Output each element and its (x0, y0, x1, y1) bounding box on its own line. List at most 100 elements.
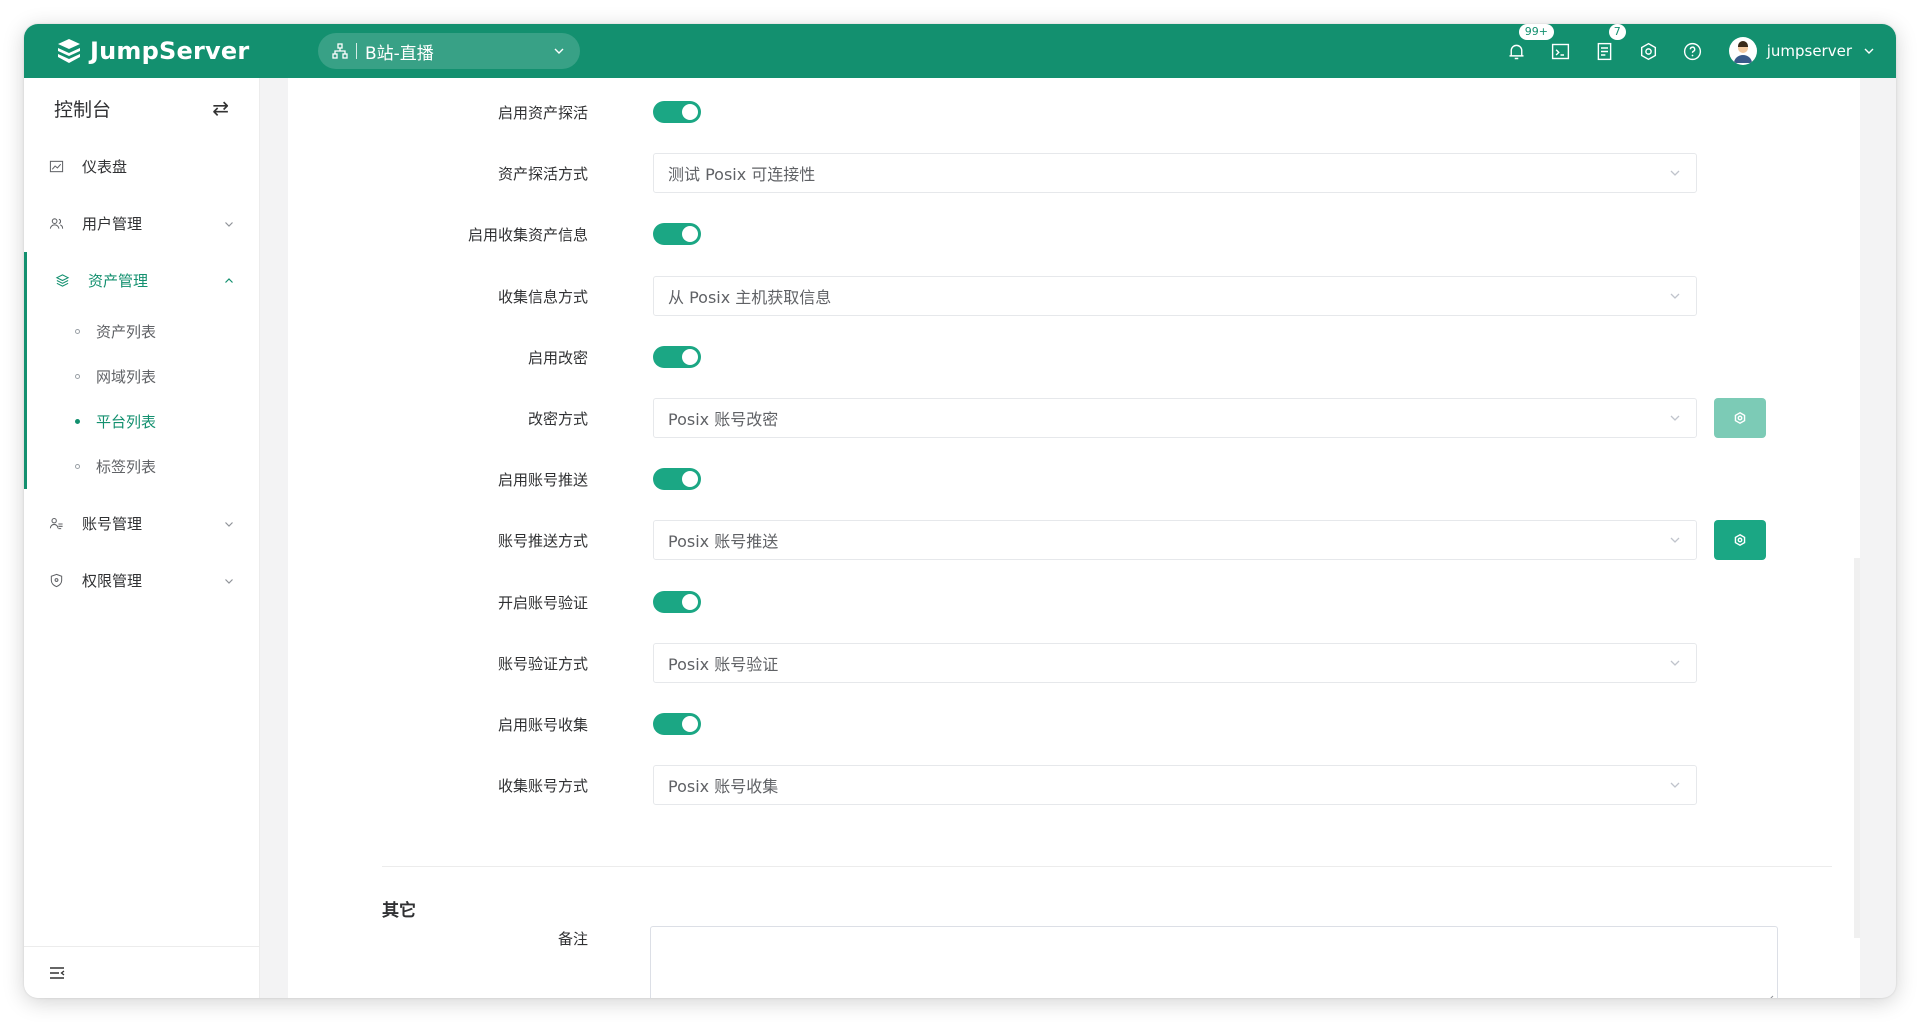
sidebar-item-platform-list[interactable]: 平台列表 (27, 399, 259, 444)
avatar (1728, 37, 1757, 65)
toggle-switch[interactable] (653, 346, 701, 368)
change-secret-params-button[interactable] (1714, 398, 1766, 438)
method-select[interactable]: Posix 账号收集 (653, 765, 1697, 805)
gear-icon (1734, 411, 1746, 425)
sidebar-item-label: 平台列表 (96, 413, 157, 431)
form-row: 启用账号推送 (288, 459, 1860, 499)
console-title: 控制台 (54, 98, 112, 121)
resize-grip-icon[interactable] (1764, 994, 1774, 998)
chevron-down-icon (1670, 415, 1680, 421)
toggle-switch[interactable] (653, 223, 701, 245)
sidebar-item-label: 网域列表 (96, 368, 157, 386)
user-avatar-icon (1733, 41, 1752, 63)
form-row: 启用收集资产信息 (288, 214, 1860, 254)
sidebar-item-label-list[interactable]: 标签列表 (27, 444, 259, 489)
method-select[interactable]: Posix 账号验证 (653, 643, 1697, 683)
gear-icon (1641, 42, 1657, 60)
toggle-switch[interactable] (653, 591, 701, 613)
form-row: 改密方式 Posix 账号改密 (288, 398, 1860, 438)
chevron-down-icon (1670, 537, 1680, 543)
push-account-params-button[interactable] (1714, 520, 1766, 560)
sidebar-item-permission-management[interactable]: 权限管理 (24, 552, 259, 609)
help-button[interactable] (1671, 24, 1715, 78)
jumpserver-logo-icon (58, 39, 80, 63)
form-row: 账号验证方式 Posix 账号验证 (288, 643, 1860, 683)
chevron-down-icon (225, 221, 233, 227)
bullet-icon (75, 329, 80, 334)
form-row: 开启账号验证 (288, 582, 1860, 622)
user-menu[interactable]: jumpserver (1728, 37, 1876, 65)
shield-icon (50, 573, 62, 588)
sidebar-item-label: 用户管理 (82, 215, 143, 233)
platform-form-card: 其它 备注 启用资产探活 资产探活方式 测试 Posix 可连接性 启用收集资产信息收… (288, 78, 1860, 998)
web-terminal-button[interactable] (1539, 24, 1583, 78)
document-list-icon (1597, 42, 1612, 60)
select-value: 从 Posix 主机获取信息 (668, 288, 832, 307)
form-row: 启用资产探活 (288, 92, 1860, 132)
form-label: 启用资产探活 (497, 103, 588, 122)
organization-selector[interactable]: B站-直播 (318, 33, 580, 69)
asset-submenu: 资产列表 网域列表 平台列表 标签列表 (24, 309, 259, 489)
chevron-down-icon (1670, 170, 1680, 176)
method-select[interactable]: Posix 账号推送 (653, 520, 1697, 560)
form-label: 启用改密 (527, 348, 588, 367)
app-window: JumpServer B站-直播 99+ 7 jumpserver 控制台 ⇄ … (24, 24, 1896, 998)
section-title-other: 其它 (382, 901, 416, 921)
layers-icon (55, 274, 69, 287)
form-row: 启用改密 (288, 337, 1860, 377)
account-icon (49, 518, 63, 530)
notifications-button[interactable]: 99+ (1495, 24, 1554, 78)
form-label: 账号验证方式 (497, 654, 588, 673)
select-value: Posix 账号改密 (668, 410, 779, 429)
select-value: Posix 账号推送 (668, 532, 779, 551)
toggle-switch[interactable] (653, 468, 701, 490)
user-name: jumpserver (1766, 42, 1852, 60)
form-label: 启用账号推送 (497, 470, 588, 489)
sidebar-item-asset-management[interactable]: 资产管理 (24, 252, 259, 309)
question-circle-icon (1684, 42, 1702, 60)
sidebar-item-asset-list[interactable]: 资产列表 (27, 309, 259, 354)
gear-icon (1734, 533, 1746, 547)
bullet-icon (75, 464, 80, 469)
chevron-down-icon (1670, 293, 1680, 299)
method-select[interactable]: 从 Posix 主机获取信息 (653, 276, 1697, 316)
form-row: 启用账号收集 (288, 704, 1860, 744)
sidebar-item-account-management[interactable]: 账号管理 (24, 495, 259, 552)
users-icon (49, 218, 63, 229)
switch-view-icon[interactable]: ⇄ (212, 96, 229, 120)
comment-label: 备注 (557, 930, 588, 948)
chevron-down-icon (225, 521, 233, 527)
chevron-down-icon (1864, 48, 1874, 54)
tasks-badge: 7 (1608, 24, 1626, 40)
chevron-down-icon (1670, 782, 1680, 788)
method-select[interactable]: Posix 账号改密 (653, 398, 1697, 438)
sidebar-title: 控制台 ⇄ (24, 78, 259, 138)
sidebar-item-label: 资产管理 (88, 272, 149, 290)
settings-button[interactable] (1627, 24, 1671, 78)
collapse-sidebar-button[interactable] (24, 946, 260, 998)
bell-icon (1509, 44, 1524, 59)
toggle-switch[interactable] (653, 101, 701, 123)
sidebar-item-label: 账号管理 (82, 515, 143, 533)
comment-textarea[interactable] (650, 926, 1778, 998)
sidebar-item-label: 仪表盘 (82, 158, 128, 176)
chevron-down-icon (1670, 660, 1680, 666)
chevron-down-icon (554, 48, 564, 54)
chevron-up-icon (225, 277, 233, 283)
top-navbar: JumpServer B站-直播 99+ 7 jumpserver (24, 24, 1896, 78)
select-value: Posix 账号验证 (668, 655, 779, 674)
bullet-icon (75, 419, 80, 424)
sidebar-item-dashboard[interactable]: 仪表盘 (24, 138, 259, 195)
sidebar-item-label: 标签列表 (96, 458, 157, 476)
brand-name: JumpServer (90, 37, 250, 65)
logo[interactable]: JumpServer (54, 36, 304, 66)
toggle-switch[interactable] (653, 713, 701, 735)
sidebar-item-label: 权限管理 (82, 572, 143, 590)
tasks-button[interactable]: 7 (1583, 24, 1627, 78)
method-select[interactable]: 测试 Posix 可连接性 (653, 153, 1697, 193)
form-row: 账号推送方式 Posix 账号推送 (288, 520, 1860, 560)
sidebar-item-label: 资产列表 (96, 323, 157, 341)
sidebar-item-domain-list[interactable]: 网域列表 (27, 354, 259, 399)
sidebar-item-user-management[interactable]: 用户管理 (24, 195, 259, 252)
org-selector-value: B站-直播 (365, 43, 434, 64)
